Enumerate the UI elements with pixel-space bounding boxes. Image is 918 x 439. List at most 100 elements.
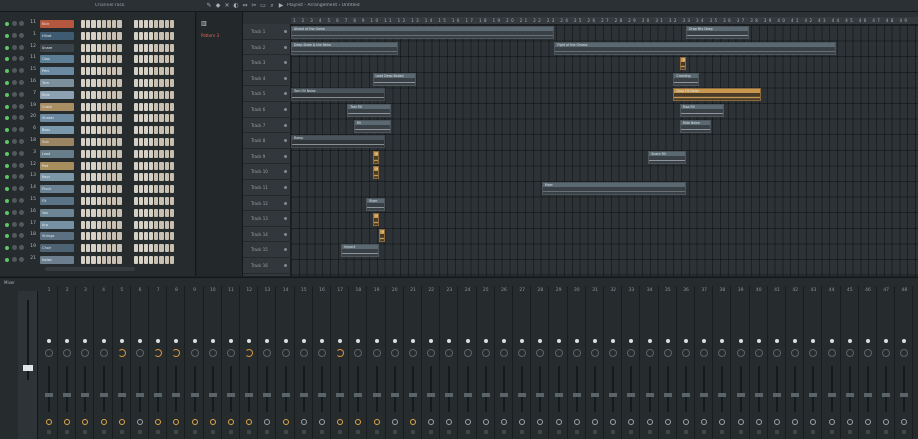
step-button[interactable] [169,43,174,52]
step-button[interactable] [117,196,122,205]
track-header[interactable]: Track 2 [243,40,291,56]
channel-name-button[interactable]: Kick [40,20,74,28]
step-button[interactable] [159,20,164,28]
step-button[interactable] [112,173,117,182]
step-button[interactable] [138,102,143,111]
track-header[interactable]: Track 1 [243,24,291,40]
step-button[interactable] [169,67,174,76]
step-button[interactable] [106,90,112,99]
step-button[interactable] [143,114,149,123]
track-enable-dot[interactable] [284,154,287,158]
step-button[interactable] [112,114,117,123]
step-button[interactable] [154,31,159,40]
step-button[interactable] [164,114,169,123]
step-button[interactable] [149,137,154,146]
step-button[interactable] [138,220,143,229]
insert-fader-handle[interactable] [445,393,454,397]
step-button[interactable] [106,78,112,87]
audio-clip[interactable]: Tom Fill Noise [291,88,386,102]
step-button[interactable] [154,114,159,123]
insert-enable-led[interactable] [793,339,798,343]
step-button[interactable] [106,43,112,52]
step-button[interactable] [112,90,117,99]
channel-row[interactable]: 12 Snare [3,42,193,54]
insert-fader-handle[interactable] [500,393,508,397]
step-sequencer[interactable] [81,220,174,229]
step-button[interactable] [154,20,159,28]
insert-route-button[interactable] [755,419,762,425]
step-button[interactable] [81,232,86,241]
channel-volume-knob[interactable] [19,174,24,180]
step-button[interactable] [138,196,143,205]
step-sequencer[interactable] [81,149,174,158]
step-button[interactable] [133,149,138,158]
step-button[interactable] [86,137,91,146]
channel-mute-led[interactable] [5,57,9,62]
step-button[interactable] [138,55,143,64]
track-header[interactable]: Track 13 [243,211,291,227]
audio-clip[interactable]: Crashing [673,72,699,86]
channel-volume-knob[interactable] [19,162,24,168]
step-button[interactable] [101,220,106,229]
insert-enable-led[interactable] [447,339,452,343]
step-button[interactable] [159,149,164,158]
channel-name-button[interactable]: Lead [40,149,74,158]
insert-route-button[interactable] [519,419,526,425]
step-button[interactable] [169,78,174,87]
step-button[interactable] [143,78,149,87]
insert-fader-handle[interactable] [481,393,490,397]
step-button[interactable] [154,196,159,205]
rack-scrollbar[interactable] [45,267,135,271]
insert-enable-led[interactable] [65,339,70,343]
channel-mixer-target[interactable]: 7 [27,91,36,98]
channel-pan-knob[interactable] [12,79,17,85]
insert-pan-knob[interactable] [572,349,581,357]
pencil-tool-icon[interactable]: ✎ [205,2,213,10]
step-button[interactable] [117,102,122,111]
step-button[interactable] [101,102,106,111]
mixer-insert-strip[interactable]: 13 [258,286,277,439]
step-button[interactable] [143,67,149,76]
step-button[interactable] [159,55,164,64]
step-sequencer[interactable] [81,255,174,264]
channel-pan-knob[interactable] [12,245,17,251]
step-button[interactable] [133,232,138,241]
channel-row[interactable]: 19 Choir [3,242,193,254]
insert-pan-knob[interactable] [154,349,163,357]
insert-route-button[interactable] [901,419,908,425]
insert-fader-handle[interactable] [882,393,891,397]
step-button[interactable] [106,220,112,229]
step-button[interactable] [101,67,106,76]
insert-enable-led[interactable] [101,339,106,343]
channel-volume-knob[interactable] [19,256,24,262]
step-button[interactable] [154,55,159,64]
step-button[interactable] [149,67,154,76]
insert-pan-knob[interactable] [81,349,90,357]
insert-pan-knob[interactable] [190,349,199,357]
mixer-insert-strip[interactable]: 7 [149,286,168,439]
channel-mixer-target[interactable]: 13 [27,173,36,180]
insert-fader-handle[interactable] [864,393,872,397]
insert-fader-handle[interactable] [318,393,326,397]
mixer-insert-strip[interactable]: 38 [713,286,732,439]
channel-mute-led[interactable] [5,104,9,109]
track-header[interactable]: Track 6 [243,102,291,118]
insert-enable-led[interactable] [611,339,616,343]
channel-volume-knob[interactable] [19,91,24,97]
step-button[interactable] [81,43,86,52]
insert-fader-handle[interactable] [390,393,399,397]
channel-mute-led[interactable] [5,151,9,156]
track-enable-dot[interactable] [284,108,287,111]
step-button[interactable] [143,102,149,111]
insert-fader-handle[interactable] [718,393,727,397]
channel-mute-led[interactable] [5,163,9,168]
step-button[interactable] [96,220,101,229]
insert-route-button[interactable] [46,419,52,425]
insert-enable-led[interactable] [374,339,379,343]
step-button[interactable] [138,126,143,135]
slice-tool-icon[interactable]: ✂ [250,2,258,10]
step-button[interactable] [81,196,86,205]
channel-name-button[interactable]: Pad [40,161,74,170]
step-button[interactable] [138,43,143,52]
channel-pan-knob[interactable] [12,138,17,144]
